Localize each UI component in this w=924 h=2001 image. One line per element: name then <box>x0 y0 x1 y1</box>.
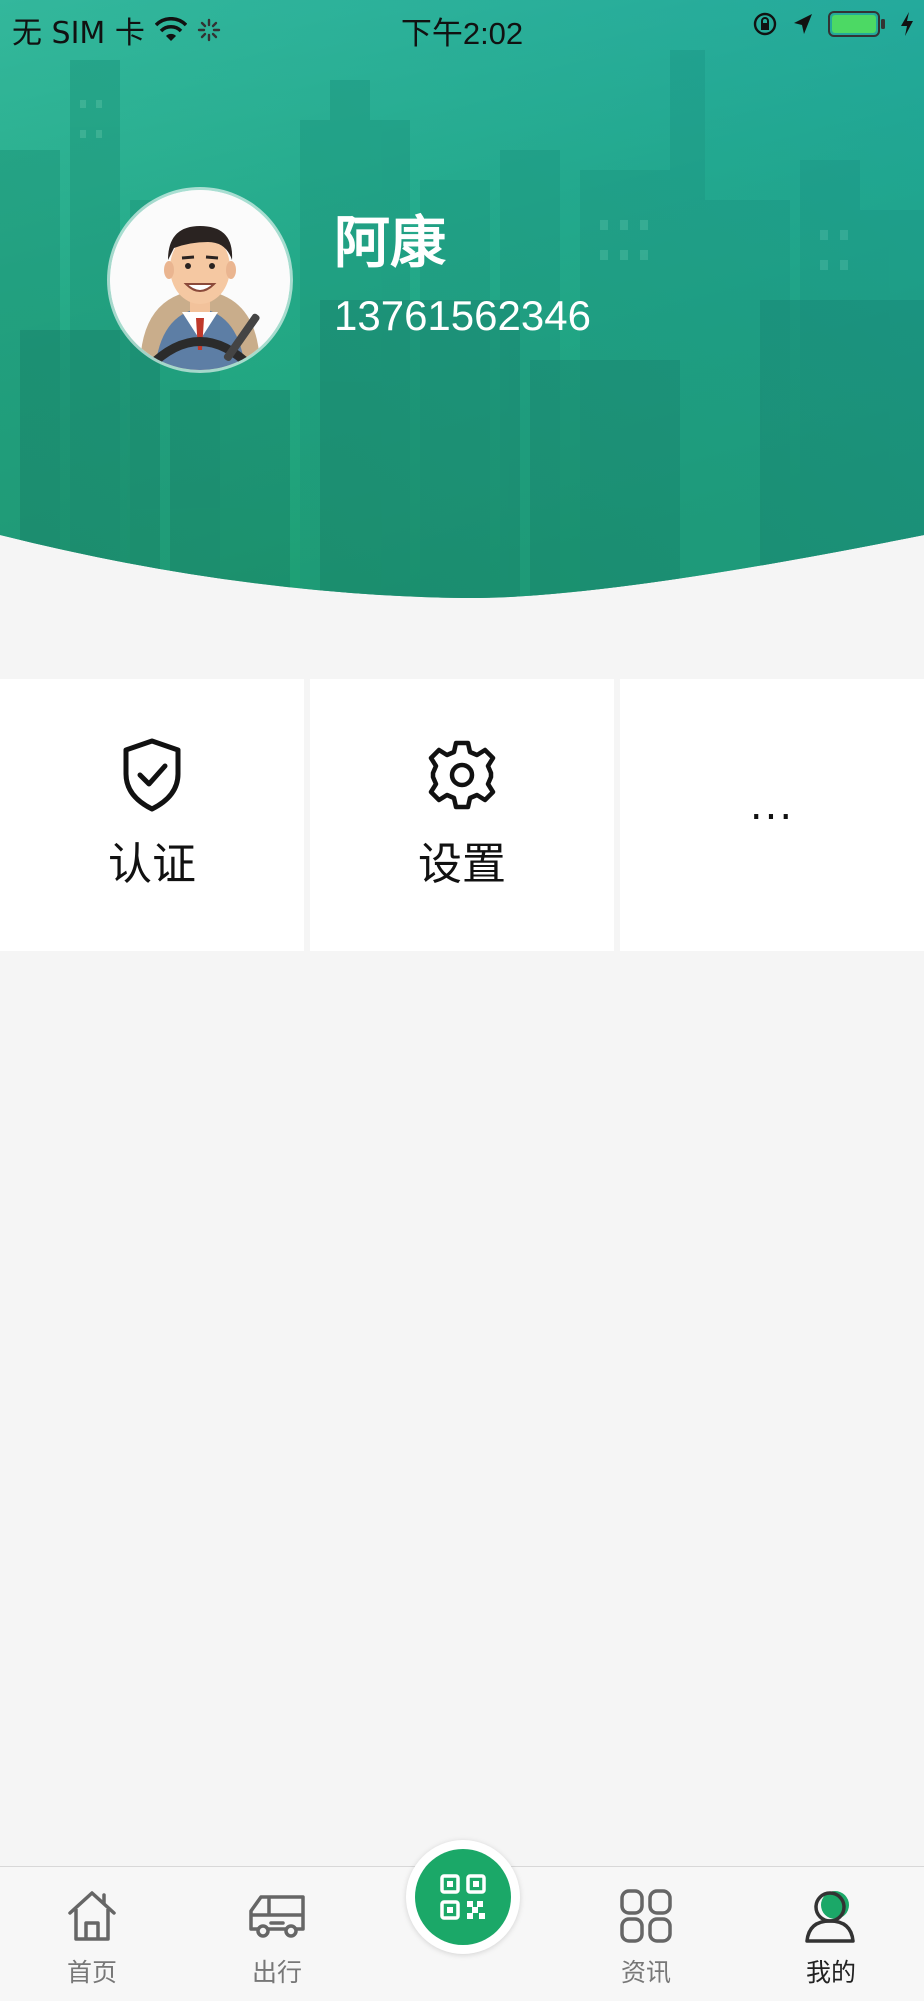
grid-item-label: 设置 <box>418 839 506 890</box>
status-bar: 无 SIM 卡 下午2:02 <box>0 0 924 56</box>
gear-icon <box>425 738 499 812</box>
charging-bolt-icon <box>901 12 913 36</box>
bus-icon <box>249 1895 305 1938</box>
tab-mine[interactable]: 我的 <box>761 1867 901 2001</box>
user-name: 阿康 <box>334 211 446 276</box>
rotation-lock-icon <box>753 12 777 36</box>
grid-item-more[interactable]: ... <box>620 679 924 951</box>
driver-avatar-image <box>110 190 290 370</box>
scan-qr-button[interactable] <box>406 1840 520 1954</box>
tab-home[interactable]: 首页 <box>22 1867 162 2001</box>
scan-qr-button-inner <box>415 1849 511 1945</box>
home-icon <box>68 1891 116 1941</box>
shield-check-icon <box>115 738 189 812</box>
grid-item-label: 认证 <box>108 839 196 890</box>
qr-code-icon <box>440 1874 486 1920</box>
user-phone: 13761562346 <box>334 292 591 339</box>
grid-icon <box>620 1889 672 1943</box>
person-icon <box>805 1891 855 1943</box>
status-right <box>752 10 914 38</box>
tab-label: 资讯 <box>620 1958 671 1987</box>
tab-news[interactable]: 资讯 <box>576 1867 716 2001</box>
more-label: ... <box>749 783 795 829</box>
tab-label: 出行 <box>251 1958 302 1987</box>
feature-grid: 认证 设置 ... <box>0 679 924 951</box>
avatar[interactable] <box>110 190 290 370</box>
location-arrow-icon <box>794 14 812 34</box>
grid-item-certification[interactable]: 认证 <box>0 679 304 951</box>
tab-travel[interactable]: 出行 <box>207 1867 347 2001</box>
tab-label: 首页 <box>66 1958 117 1987</box>
grid-item-settings[interactable]: 设置 <box>310 679 614 951</box>
battery-icon <box>828 11 885 37</box>
tab-label: 我的 <box>805 1958 856 1987</box>
